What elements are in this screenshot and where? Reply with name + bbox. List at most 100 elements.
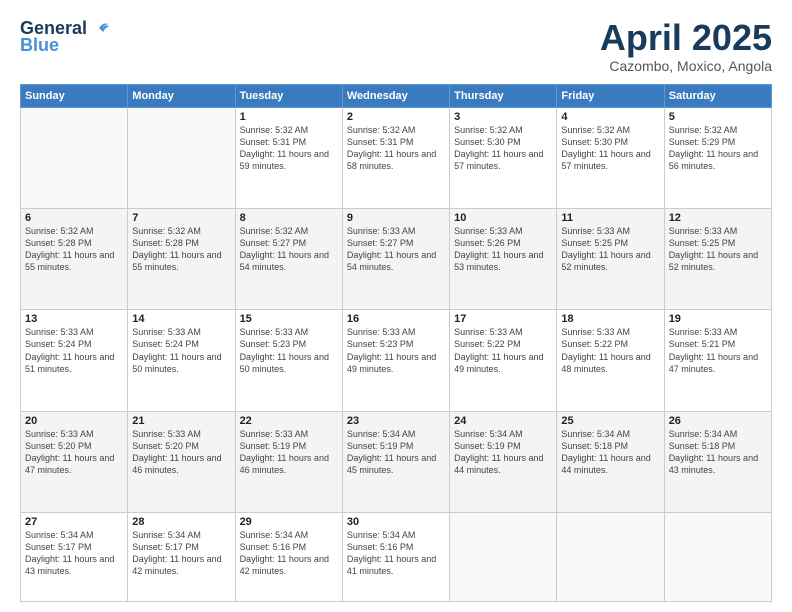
day-number: 7 [132, 212, 230, 224]
day-info: Sunrise: 5:33 AM Sunset: 5:20 PM Dayligh… [25, 428, 123, 477]
day-number: 24 [454, 415, 552, 427]
day-info: Sunrise: 5:34 AM Sunset: 5:17 PM Dayligh… [132, 529, 230, 578]
day-number: 10 [454, 212, 552, 224]
day-number: 17 [454, 313, 552, 325]
weekday-header-friday: Friday [557, 84, 664, 107]
page: General Blue April 2025 Cazombo, Moxico,… [0, 0, 792, 612]
day-number: 11 [561, 212, 659, 224]
day-info: Sunrise: 5:34 AM Sunset: 5:18 PM Dayligh… [561, 428, 659, 477]
calendar-cell: 4Sunrise: 5:32 AM Sunset: 5:30 PM Daylig… [557, 107, 664, 208]
calendar-cell: 23Sunrise: 5:34 AM Sunset: 5:19 PM Dayli… [342, 411, 449, 512]
calendar-cell [21, 107, 128, 208]
day-info: Sunrise: 5:34 AM Sunset: 5:16 PM Dayligh… [240, 529, 338, 578]
title-area: April 2025 Cazombo, Moxico, Angola [600, 18, 772, 74]
calendar-cell: 2Sunrise: 5:32 AM Sunset: 5:31 PM Daylig… [342, 107, 449, 208]
calendar-cell: 27Sunrise: 5:34 AM Sunset: 5:17 PM Dayli… [21, 512, 128, 601]
day-info: Sunrise: 5:32 AM Sunset: 5:30 PM Dayligh… [454, 124, 552, 173]
day-number: 28 [132, 516, 230, 528]
calendar-cell: 20Sunrise: 5:33 AM Sunset: 5:20 PM Dayli… [21, 411, 128, 512]
day-info: Sunrise: 5:33 AM Sunset: 5:22 PM Dayligh… [561, 326, 659, 375]
calendar-cell: 16Sunrise: 5:33 AM Sunset: 5:23 PM Dayli… [342, 310, 449, 411]
calendar-cell: 13Sunrise: 5:33 AM Sunset: 5:24 PM Dayli… [21, 310, 128, 411]
month-title: April 2025 [600, 18, 772, 58]
calendar-cell: 28Sunrise: 5:34 AM Sunset: 5:17 PM Dayli… [128, 512, 235, 601]
location-subtitle: Cazombo, Moxico, Angola [600, 58, 772, 74]
day-info: Sunrise: 5:32 AM Sunset: 5:30 PM Dayligh… [561, 124, 659, 173]
day-info: Sunrise: 5:32 AM Sunset: 5:27 PM Dayligh… [240, 225, 338, 274]
weekday-header-wednesday: Wednesday [342, 84, 449, 107]
calendar-cell: 21Sunrise: 5:33 AM Sunset: 5:20 PM Dayli… [128, 411, 235, 512]
day-info: Sunrise: 5:33 AM Sunset: 5:20 PM Dayligh… [132, 428, 230, 477]
header: General Blue April 2025 Cazombo, Moxico,… [20, 18, 772, 74]
day-info: Sunrise: 5:34 AM Sunset: 5:19 PM Dayligh… [347, 428, 445, 477]
calendar-week-row: 13Sunrise: 5:33 AM Sunset: 5:24 PM Dayli… [21, 310, 772, 411]
day-info: Sunrise: 5:34 AM Sunset: 5:16 PM Dayligh… [347, 529, 445, 578]
day-number: 22 [240, 415, 338, 427]
day-number: 9 [347, 212, 445, 224]
calendar-week-row: 27 Sunrise: 5:34 AM Sunset: 5:17 PM Dayli… [21, 512, 772, 601]
day-number: 26 [669, 415, 767, 427]
day-number: 6 [25, 212, 123, 224]
calendar-cell: 15Sunrise: 5:33 AM Sunset: 5:23 PM Dayli… [235, 310, 342, 411]
day-info: Sunrise: 5:33 AM Sunset: 5:21 PM Dayligh… [669, 326, 767, 375]
calendar-cell: 10Sunrise: 5:33 AM Sunset: 5:26 PM Dayli… [450, 208, 557, 309]
weekday-header-thursday: Thursday [450, 84, 557, 107]
calendar-cell: 7Sunrise: 5:32 AM Sunset: 5:28 PM Daylig… [128, 208, 235, 309]
day-info: Sunrise: 5:33 AM Sunset: 5:25 PM Dayligh… [669, 225, 767, 274]
day-info: Sunrise: 5:33 AM Sunset: 5:24 PM Dayligh… [132, 326, 230, 375]
day-number: 29 [240, 516, 338, 528]
day-number: 1 [240, 111, 338, 123]
day-number: 15 [240, 313, 338, 325]
calendar-cell: 9Sunrise: 5:33 AM Sunset: 5:27 PM Daylig… [342, 208, 449, 309]
calendar-cell: 14Sunrise: 5:33 AM Sunset: 5:24 PM Dayli… [128, 310, 235, 411]
calendar-table: SundayMondayTuesdayWednesdayThursdayFrid… [20, 84, 772, 602]
day-number: 8 [240, 212, 338, 224]
day-info: Sunrise: 5:34 AM Sunset: 5:19 PM Dayligh… [454, 428, 552, 477]
day-number: 18 [561, 313, 659, 325]
day-info: Sunrise: 5:32 AM Sunset: 5:31 PM Dayligh… [240, 124, 338, 173]
weekday-header-row: SundayMondayTuesdayWednesdayThursdayFrid… [21, 84, 772, 107]
calendar-cell: 30Sunrise: 5:34 AM Sunset: 5:16 PM Dayli… [342, 512, 449, 601]
calendar-cell: 6Sunrise: 5:32 AM Sunset: 5:28 PM Daylig… [21, 208, 128, 309]
weekday-header-tuesday: Tuesday [235, 84, 342, 107]
calendar-cell: 3Sunrise: 5:32 AM Sunset: 5:30 PM Daylig… [450, 107, 557, 208]
logo-bird-icon [89, 20, 109, 36]
day-number: 5 [669, 111, 767, 123]
weekday-header-sunday: Sunday [21, 84, 128, 107]
calendar-cell: 26Sunrise: 5:34 AM Sunset: 5:18 PM Dayli… [664, 411, 771, 512]
calendar-cell: 8Sunrise: 5:32 AM Sunset: 5:27 PM Daylig… [235, 208, 342, 309]
day-info: Sunrise: 5:32 AM Sunset: 5:31 PM Dayligh… [347, 124, 445, 173]
calendar-cell: 11Sunrise: 5:33 AM Sunset: 5:25 PM Dayli… [557, 208, 664, 309]
calendar-week-row: 1Sunrise: 5:32 AM Sunset: 5:31 PM Daylig… [21, 107, 772, 208]
calendar-week-row: 20Sunrise: 5:33 AM Sunset: 5:20 PM Dayli… [21, 411, 772, 512]
day-number: 16 [347, 313, 445, 325]
day-info: Sunrise: 5:32 AM Sunset: 5:28 PM Dayligh… [132, 225, 230, 274]
day-info: Sunrise: 5:33 AM Sunset: 5:27 PM Dayligh… [347, 225, 445, 274]
day-number: 25 [561, 415, 659, 427]
day-number: 2 [347, 111, 445, 123]
calendar-cell: 29Sunrise: 5:34 AM Sunset: 5:16 PM Dayli… [235, 512, 342, 601]
day-info: Sunrise: 5:33 AM Sunset: 5:23 PM Dayligh… [347, 326, 445, 375]
calendar-cell: 24Sunrise: 5:34 AM Sunset: 5:19 PM Dayli… [450, 411, 557, 512]
day-number: 20 [25, 415, 123, 427]
day-number: 14 [132, 313, 230, 325]
day-info: Sunrise: 5:33 AM Sunset: 5:19 PM Dayligh… [240, 428, 338, 477]
day-info: Sunrise: 5:33 AM Sunset: 5:25 PM Dayligh… [561, 225, 659, 274]
logo-blue: Blue [20, 35, 59, 56]
weekday-header-monday: Monday [128, 84, 235, 107]
day-info: Sunrise: 5:34 AM Sunset: 5:18 PM Dayligh… [669, 428, 767, 477]
day-number: 12 [669, 212, 767, 224]
day-number: 21 [132, 415, 230, 427]
calendar-cell [450, 512, 557, 601]
calendar-cell: 1Sunrise: 5:32 AM Sunset: 5:31 PM Daylig… [235, 107, 342, 208]
day-number: 4 [561, 111, 659, 123]
calendar-cell: 19Sunrise: 5:33 AM Sunset: 5:21 PM Dayli… [664, 310, 771, 411]
day-number: 13 [25, 313, 123, 325]
day-number: 27 [25, 516, 123, 528]
day-info: Sunrise: 5:33 AM Sunset: 5:22 PM Dayligh… [454, 326, 552, 375]
day-info: Sunrise: 5:33 AM Sunset: 5:24 PM Dayligh… [25, 326, 123, 375]
calendar-cell [664, 512, 771, 601]
day-info: Sunrise: 5:32 AM Sunset: 5:28 PM Dayligh… [25, 225, 123, 274]
day-info: Sunrise: 5:33 AM Sunset: 5:23 PM Dayligh… [240, 326, 338, 375]
calendar-cell [557, 512, 664, 601]
